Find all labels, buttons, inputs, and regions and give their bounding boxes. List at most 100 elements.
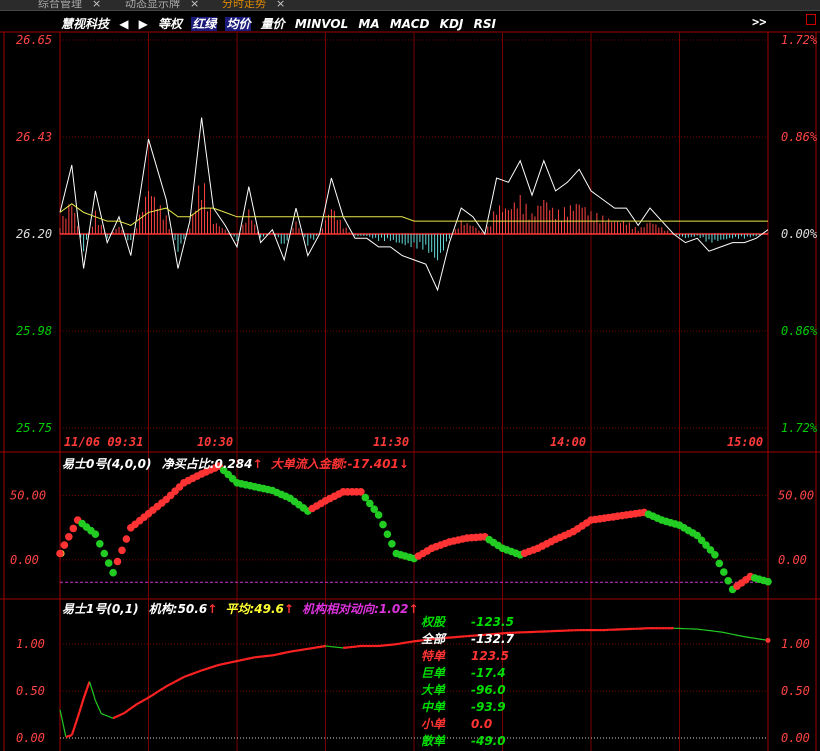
breakdown-row: 中单 -93.9 [421,699,514,716]
y-tick-left: 26.43 [16,130,52,144]
indicator-dot [724,577,732,585]
indicator-line-segment [183,674,188,679]
inst-value: 50.6 [177,602,208,616]
breakdown-value: 123.5 [471,649,509,663]
panel2-info: 易士0号(4,0,0) 净买占比:0.284↑ 大单流入金额:-17.401↓ [62,455,409,472]
indicator-line-segment [139,699,144,704]
breakdown-value: -96.0 [471,683,506,697]
breakdown-row: 散单 -49.0 [421,733,514,750]
inflow-label: 大单流入金额: [270,457,348,471]
indicator-line-segment [85,681,91,691]
up-arrow-icon: ↑ [207,602,218,616]
indicator-line-segment [286,650,291,654]
indicator-line-segment [76,707,82,718]
chart-canvas: 26.65 1.72% 26.43 0.86% 26.20 0.00% 25.98 0.86%… [0,31,820,751]
indicator-line-segment [219,663,223,666]
inst-label: 机构: [148,602,178,616]
time-label: 11:30 [373,435,409,449]
time-label: 14:00 [550,435,586,449]
indicator-line-segment [310,646,314,650]
y-tick-left: 25.98 [16,324,52,338]
indicator-line-segment [245,657,250,661]
breakdown-label: 散单 [421,734,446,748]
indicator-line-segment [97,706,102,714]
indicator-line-segment [213,664,217,668]
indicator-line-segment [70,725,76,736]
indicator-line-segment [168,682,173,686]
indicator-line-segment [91,690,96,701]
indicator-dot [96,540,104,548]
indicator-line-segment [304,647,308,651]
indicator-line-segment [147,694,152,699]
breakdown-row: 特单 123.5 [421,648,514,665]
indicator-line-segment [62,723,67,738]
indicator-dot [118,546,126,555]
breakdown-label: 巨单 [421,666,446,680]
indicator-line-segment [224,661,229,665]
indicator-line-segment [195,670,200,674]
indicator-line-segment [198,669,202,673]
indicator-line-segment [94,700,99,708]
up-arrow-icon: ↑ [252,457,263,471]
indicator-line-segment [251,656,255,659]
indicator-line-segment [744,636,748,638]
indicator-line-segment [201,668,205,672]
indicator-line-segment [747,636,751,639]
indicator-line-segment [159,687,164,692]
indicator-line-segment [127,707,132,712]
indicator-line-segment [738,634,742,637]
rel-value: 1.02 [378,602,409,616]
breakdown-value: -123.5 [471,615,514,629]
breakdown-label: 小单 [421,717,446,731]
indicator-line-segment [407,640,412,644]
y-tick-right: 1.00 [781,637,810,651]
indicator-line-segment [136,701,141,706]
indicator-dot [388,540,396,548]
indicator-line-segment [272,653,276,657]
indicator-line-segment [124,709,129,714]
indicator-line-segment [189,672,194,676]
indicator-line-segment [180,676,185,680]
indicator-dot [100,549,109,558]
end-dot [765,637,771,643]
indicator-line-segment [156,689,161,693]
indicator-line-segment [65,735,70,739]
indicator-line-segment [177,677,182,682]
indicator-line-segment [283,651,288,654]
indicator-line-segment [142,698,147,702]
indicator-dot [69,524,78,533]
breakdown-row: 小单 0.0 [421,716,514,733]
net-buy-label: 净买占比: [161,457,215,471]
indicator-line-segment [275,653,279,656]
up-arrow-icon: ↑ [283,602,294,616]
time-label: 11/06 09:31 [64,435,143,449]
breakdown-label: 权股 [421,615,446,629]
indicator-line-segment [222,662,226,666]
net-buy-value: 0.284 [214,457,253,471]
breakdown-value: -49.0 [471,734,506,748]
y-tick-left: 0.50 [16,684,45,698]
indicator-line-segment [298,648,303,652]
indicator-line-segment [720,631,724,634]
indicator-line-segment [186,673,191,677]
y-tick-left: 25.75 [16,421,52,435]
indicator-line-segment [204,667,208,671]
y-tick-right: 50.00 [778,489,814,503]
avg-value: 49.6 [254,602,284,616]
indicator-line-segment [399,642,403,645]
indicator-line-segment [289,650,294,653]
indicator0-panel: 50.00 50.00 0.00 0.00 [10,462,814,594]
down-arrow-icon: ↓ [398,457,409,471]
indicator-line-segment [236,659,241,663]
breakdown-row: 巨单 -17.4 [421,665,514,682]
y-tick-left: 26.20 [16,227,52,241]
indicator-line-segment [106,715,111,718]
breakdown-value: -132.7 [471,632,514,646]
indicator-line-segment [192,671,197,675]
indicator-line-segment [150,692,155,697]
breakdown-label: 中单 [421,700,446,714]
breakdown-label: 特单 [421,649,446,663]
breakdown-value: -17.4 [471,666,506,680]
indicator-line-segment [104,714,108,717]
indicator-line-segment [281,651,285,655]
